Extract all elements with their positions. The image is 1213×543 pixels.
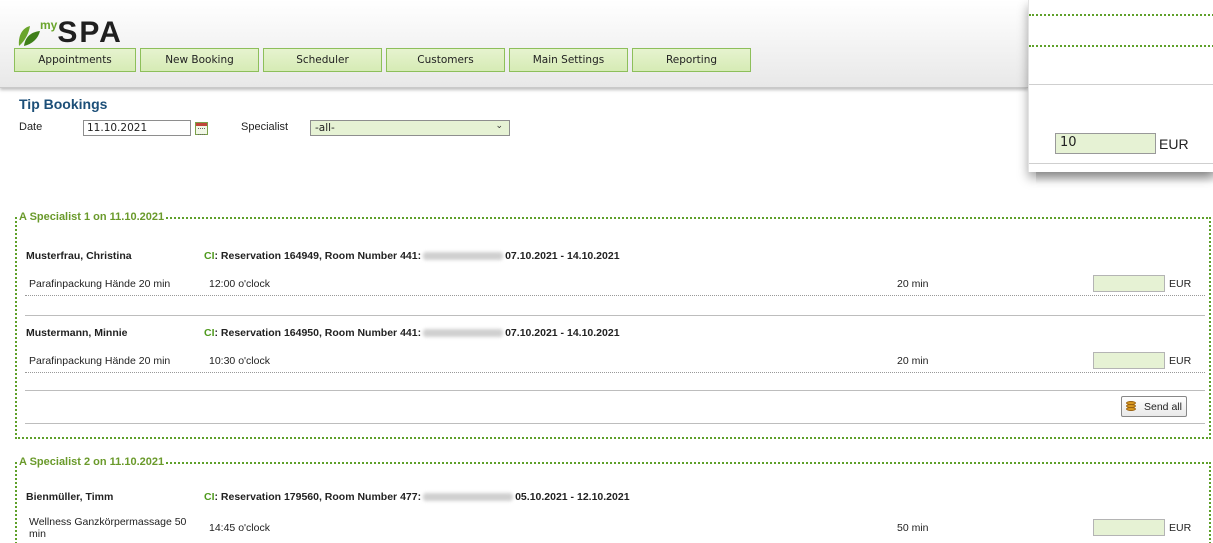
appointment-time: 14:45 o'clock	[209, 522, 270, 534]
specialist-label: Specialist	[241, 121, 289, 133]
treatment-name: Parafinpackung Hände 20 min	[29, 278, 171, 290]
nav-customers[interactable]: Customers	[386, 48, 505, 72]
reservation-dates: 07.10.2021 - 14.10.2021	[505, 327, 620, 339]
tip-amount-input[interactable]	[1093, 519, 1165, 536]
reservation-info: CI: Reservation 164950, Room Number 441:…	[204, 327, 620, 339]
currency-label: EUR	[1169, 522, 1192, 534]
redacted-name	[423, 252, 504, 261]
nav-main-settings[interactable]: Main Settings	[509, 48, 628, 72]
reservation-dates: 05.10.2021 - 12.10.2021	[515, 491, 630, 503]
send-all-label: Send all	[1144, 400, 1182, 413]
coins-icon	[1126, 400, 1140, 413]
appointment-time: 12:00 o'clock	[209, 278, 270, 290]
popup-currency-label: EUR	[1159, 136, 1189, 152]
popup-dotted-divider	[1029, 14, 1213, 16]
logo-wordmark: SPA	[57, 16, 123, 49]
reservation-info: CI: Reservation 164949, Room Number 441:…	[204, 250, 620, 262]
reservation-info: CI: Reservation 179560, Room Number 477:…	[204, 491, 630, 503]
logo-superscript: my	[40, 18, 58, 32]
popup-shadow	[1036, 172, 1213, 184]
reservation-dates: 07.10.2021 - 14.10.2021	[505, 250, 620, 262]
row-divider	[25, 423, 1205, 424]
nav-new-booking[interactable]: New Booking	[140, 48, 259, 72]
calendar-icon[interactable]	[195, 122, 208, 135]
redacted-name	[423, 493, 514, 502]
date-input[interactable]: 11.10.2021	[83, 120, 191, 136]
chevron-down-icon: ⌄	[495, 121, 503, 131]
popup-dotted-divider	[1029, 45, 1213, 47]
nav-appointments[interactable]: Appointments	[14, 48, 136, 72]
app-logo[interactable]: my SPA	[16, 14, 123, 48]
ci-label: CI	[204, 327, 215, 339]
app-header: my SPA Appointments New Booking Schedule…	[0, 0, 1028, 88]
section-1-legend: A Specialist 1 on 11.10.2021	[17, 211, 167, 223]
send-all-button[interactable]: Send all	[1121, 396, 1187, 417]
row-divider	[25, 315, 1205, 316]
treatment-name: Wellness Ganzkörpermassage 50 min	[29, 516, 187, 540]
reservation-text: : Reservation 164949, Room Number 441:	[214, 250, 422, 262]
duration: 50 min	[897, 522, 929, 534]
currency-label: EUR	[1169, 355, 1192, 367]
nav-scheduler[interactable]: Scheduler	[263, 48, 382, 72]
ci-label: CI	[204, 491, 215, 503]
redacted-name	[423, 329, 504, 338]
nav-reporting[interactable]: Reporting	[632, 48, 751, 72]
popup-divider	[1029, 163, 1213, 164]
row-divider	[25, 390, 1205, 391]
row-divider	[25, 372, 1205, 373]
page-title: Tip Bookings	[19, 96, 108, 112]
duration: 20 min	[897, 355, 929, 367]
duration: 20 min	[897, 278, 929, 290]
specialist-select[interactable]: -all- ⌄	[310, 120, 510, 136]
row-divider	[25, 295, 1205, 296]
leaf-logo-icon	[16, 22, 42, 48]
popup-tip-input[interactable]: 10	[1055, 133, 1156, 154]
reservation-text: : Reservation 179560, Room Number 477:	[214, 491, 422, 503]
tip-amount-input[interactable]	[1093, 352, 1165, 369]
customer-name: Bienmüller, Timm	[26, 491, 114, 503]
ci-label: CI	[204, 250, 215, 262]
reservation-text: : Reservation 164950, Room Number 441:	[214, 327, 422, 339]
tip-amount-input[interactable]	[1093, 275, 1165, 292]
treatment-name: Parafinpackung Hände 20 min	[29, 355, 171, 367]
customer-name: Musterfrau, Christina	[26, 250, 132, 262]
date-label: Date	[19, 121, 43, 133]
tip-zoom-popup: 10 EUR	[1028, 0, 1213, 172]
customer-name: Mustermann, Minnie	[26, 327, 128, 339]
main-nav: Appointments New Booking Scheduler Custo…	[14, 48, 751, 72]
specialist-select-value: -all-	[315, 122, 335, 134]
appointment-time: 10:30 o'clock	[209, 355, 270, 367]
popup-divider	[1029, 84, 1213, 85]
currency-label: EUR	[1169, 278, 1192, 290]
section-2-legend: A Specialist 2 on 11.10.2021	[17, 456, 167, 468]
